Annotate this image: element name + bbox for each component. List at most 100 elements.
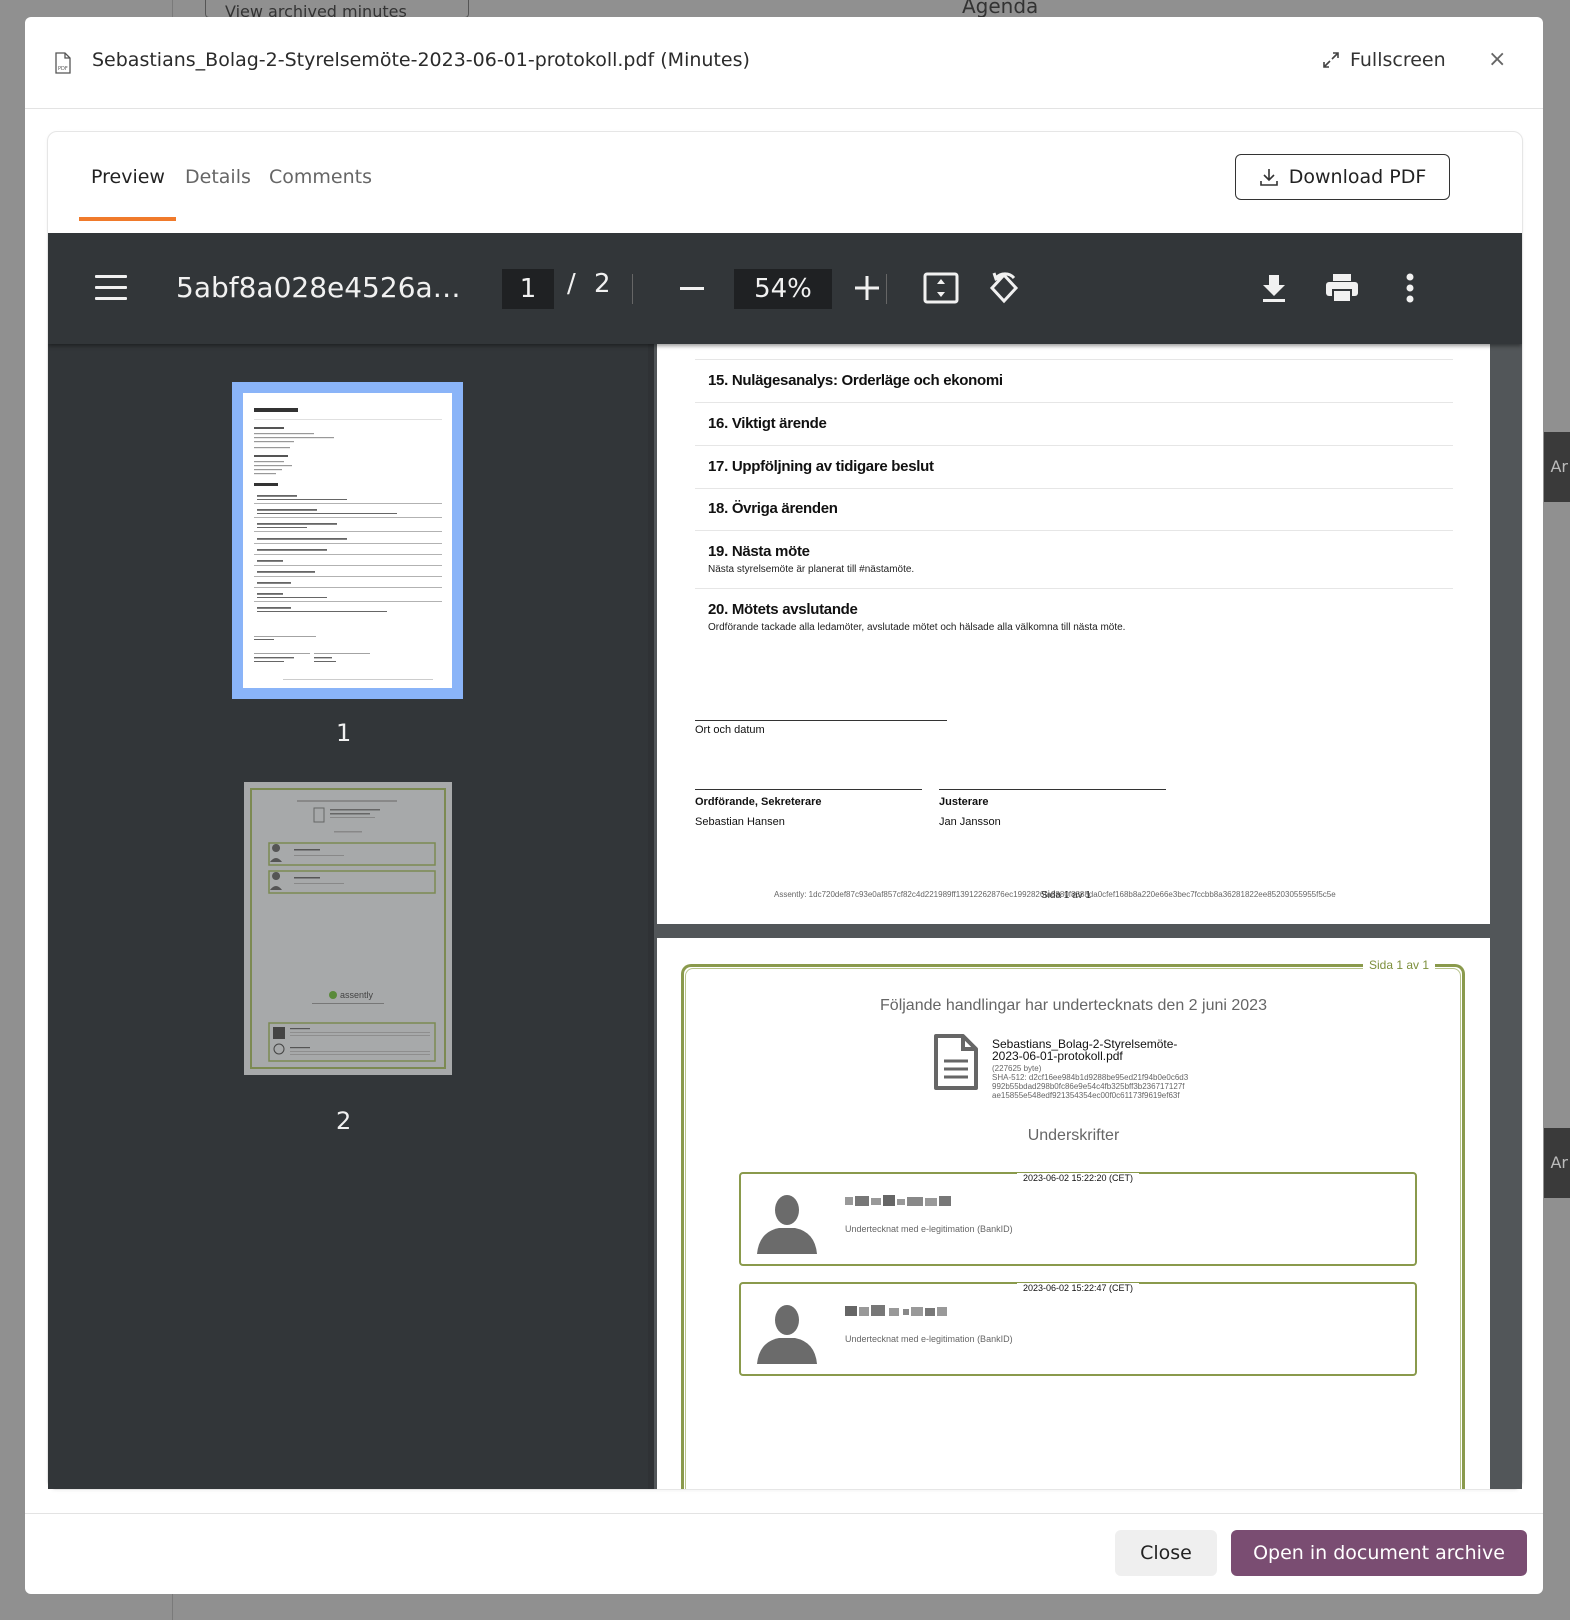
- print-icon[interactable]: [1325, 273, 1359, 303]
- pdf-page-1: 15. Nulägesanalys: Orderläge och ekonomi…: [657, 344, 1490, 924]
- pdf-viewer: 5abf8a028e4526a… 1 / 2 54% 1 assently 2 …: [48, 233, 1522, 1489]
- agenda-item-heading: 15. Nulägesanalys: Orderläge och ekonomi: [708, 372, 1003, 389]
- document-card: Preview Details Comments Download PDF 5a…: [47, 131, 1523, 1490]
- signature-line: [939, 789, 1166, 790]
- avatar-icon: [757, 1305, 817, 1364]
- agenda-divider: [695, 445, 1453, 446]
- page-separator: /: [567, 269, 576, 299]
- tab-comments[interactable]: Comments: [269, 166, 372, 188]
- page-total: 2: [594, 269, 611, 299]
- thumbnail-content: assently: [268, 800, 436, 1062]
- signer-box: 2023-06-02 15:22:47 (CET) Undertecknat m…: [739, 1282, 1417, 1376]
- document-icon: [934, 1034, 978, 1090]
- place-date-label: Ort och datum: [695, 724, 765, 736]
- tab-bar: Preview Details Comments Download PDF: [48, 132, 1522, 221]
- certificate-title: Följande handlingar har undertecknats de…: [880, 997, 1267, 1014]
- rotate-icon[interactable]: [986, 270, 1022, 306]
- download-pdf-button[interactable]: Download PDF: [1235, 154, 1450, 200]
- download-icon[interactable]: [1260, 273, 1288, 303]
- expand-icon: [1323, 52, 1339, 68]
- document-modal: PDF Sebastians_Bolag-2-Styrelsemöte-2023…: [25, 17, 1543, 1594]
- agenda-divider: [695, 359, 1453, 360]
- background-right-tab: Ar: [1544, 1128, 1570, 1198]
- signer-timestamp-text: 2023-06-02 15:22:20 (CET): [1016, 1173, 1140, 1183]
- background-right-tab: Ar: [1544, 432, 1570, 502]
- tab-details[interactable]: Details: [185, 166, 251, 188]
- avatar-icon: [757, 1195, 817, 1254]
- agenda-divider: [695, 530, 1453, 531]
- zoom-out-icon[interactable]: [680, 287, 704, 290]
- redacted-name: [845, 1305, 947, 1316]
- document-hash-line: 992b55bdad298b0fc86e9e54c4fb325bff3b2367…: [992, 1082, 1185, 1091]
- signer-method: Undertecknat med e-legitimation (BankID): [845, 1224, 1013, 1234]
- signer-timestamp: 2023-06-02 15:22:47 (CET): [741, 1276, 1415, 1295]
- signer-method: Undertecknat med e-legitimation (BankID): [845, 1334, 1013, 1344]
- fullscreen-label: Fullscreen: [1350, 49, 1446, 71]
- signatures-heading: Underskrifter: [1027, 1127, 1120, 1144]
- signature-line: [695, 720, 947, 721]
- tab-preview[interactable]: Preview: [91, 166, 165, 188]
- svg-text:assently: assently: [340, 990, 374, 1000]
- agenda-item-text: Ordförande tackade alla ledamöter, avslu…: [708, 622, 1126, 633]
- thumbnail-page-preview: [243, 393, 452, 688]
- document-size: (227625 byte): [992, 1064, 1042, 1073]
- close-button[interactable]: Close: [1115, 1530, 1217, 1576]
- download-icon: [1259, 169, 1278, 186]
- modal-title: Sebastians_Bolag-2-Styrelsemöte-2023-06-…: [92, 49, 750, 71]
- agenda-divider: [695, 588, 1453, 589]
- agenda-item-text: Nästa styrelsemöte är planerat till #näs…: [708, 564, 915, 575]
- agenda-item-heading: 16. Viktigt ärende: [708, 415, 827, 432]
- signature-line: [695, 789, 922, 790]
- toolbar-divider: [632, 274, 633, 304]
- more-options-icon[interactable]: [1406, 273, 1414, 303]
- thumbnail-page-preview: assently: [250, 788, 446, 1069]
- pdf-file-icon: PDF: [55, 52, 71, 74]
- pdf-filename: 5abf8a028e4526a…: [176, 271, 461, 304]
- download-pdf-label: Download PDF: [1288, 166, 1427, 188]
- page-number-input[interactable]: 1: [502, 269, 554, 309]
- active-tab-indicator: [79, 217, 176, 221]
- agenda-item-heading: 18. Övriga ärenden: [708, 500, 838, 517]
- modal-footer: Close Open in document archive: [25, 1513, 1543, 1594]
- certificate-document-name: Sebastians_Bolag-2-Styrelsemöte- 2023-06…: [992, 1038, 1177, 1062]
- page-footer-label: Sida 1 av 1: [1041, 890, 1092, 901]
- thumbnail-content: [254, 408, 442, 680]
- redacted-name: [845, 1195, 951, 1206]
- signer-timestamp-text: 2023-06-02 15:22:47 (CET): [1016, 1283, 1140, 1293]
- fit-page-icon[interactable]: [923, 272, 959, 304]
- background-agenda-heading: Agenda: [962, 0, 1039, 18]
- signer-timestamp: 2023-06-02 15:22:20 (CET): [741, 1166, 1415, 1185]
- document-hash-line: ae15855e548edf921354354ec00f0c61173f9619…: [992, 1091, 1180, 1100]
- agenda-divider: [695, 402, 1453, 403]
- thumbnail-number-2: 2: [336, 1107, 352, 1135]
- fullscreen-button[interactable]: Fullscreen: [1322, 49, 1446, 71]
- sidebar-menu-icon[interactable]: [95, 275, 127, 301]
- signatory-name: Sebastian Hansen: [695, 816, 785, 828]
- svg-text:PDF: PDF: [58, 66, 68, 72]
- agenda-divider: [695, 488, 1453, 489]
- thumbnail-number-1: 1: [336, 719, 352, 747]
- signer-box: 2023-06-02 15:22:20 (CET) Undertecknat m…: [739, 1172, 1417, 1266]
- page-thumbnail-1[interactable]: [232, 382, 463, 699]
- agenda-item-heading: 19. Nästa möte: [708, 543, 810, 560]
- signatory-name: Jan Jansson: [939, 816, 1001, 828]
- pdf-page-2: Sida 1 av 1 Följande handlingar har unde…: [657, 938, 1490, 1489]
- agenda-item-heading: 20. Mötets avslutande: [708, 601, 858, 618]
- signatory-role: Justerare: [939, 796, 989, 808]
- thumbnail-sidebar: 1 assently 2: [48, 344, 648, 1489]
- pdf-toolbar: 5abf8a028e4526a… 1 / 2 54%: [48, 233, 1522, 344]
- open-document-archive-button[interactable]: Open in document archive: [1231, 1530, 1527, 1576]
- toolbar-divider: [886, 274, 887, 304]
- zoom-in-icon[interactable]: [854, 275, 880, 301]
- zoom-level-input[interactable]: 54%: [734, 269, 832, 309]
- close-icon[interactable]: ×: [1488, 47, 1506, 72]
- signatory-role: Ordförande, Sekreterare: [695, 796, 822, 808]
- agenda-item-heading: 17. Uppföljning av tidigare beslut: [708, 458, 934, 475]
- document-name-line: 2023-06-01-protokoll.pdf: [992, 1049, 1123, 1063]
- page-thumbnail-2[interactable]: assently: [244, 782, 452, 1075]
- document-hash-line: SHA-512: d2cf16ee984b1d9288be95ed21f94b0…: [992, 1073, 1189, 1082]
- certificate-page-label: Sida 1 av 1: [1363, 958, 1436, 972]
- certificate-document-meta: (227625 byte) SHA-512: d2cf16ee984b1d928…: [992, 1064, 1188, 1100]
- modal-header: PDF Sebastians_Bolag-2-Styrelsemöte-2023…: [25, 17, 1543, 109]
- pages-area: 15. Nulägesanalys: Orderläge och ekonomi…: [654, 344, 1522, 1489]
